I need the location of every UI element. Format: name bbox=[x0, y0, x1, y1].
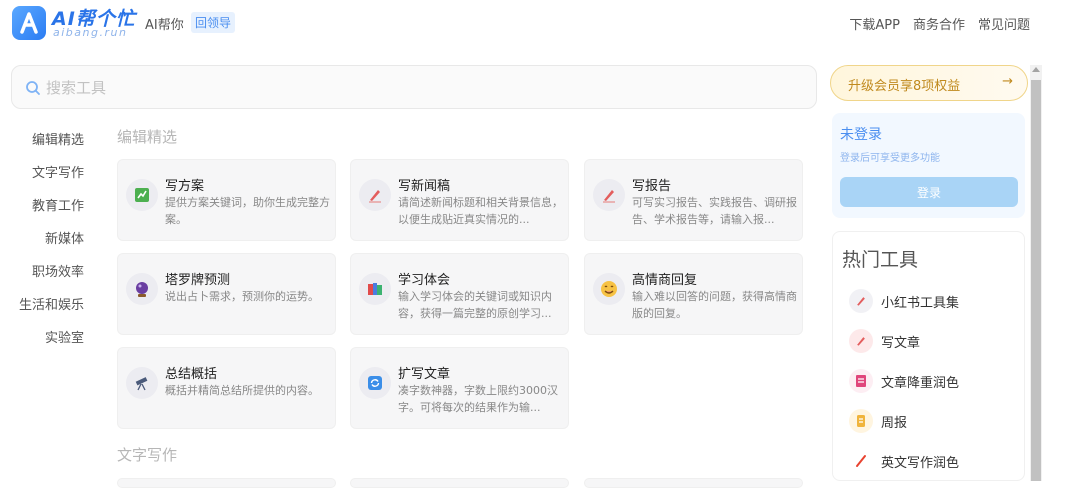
hot-tool-label: 文章降重润色 bbox=[881, 375, 960, 391]
pen-icon bbox=[849, 289, 873, 313]
hot-tools-panel: 热门工具 小红书工具集 写文章 文章降重润色 周报 英文写作润色 bbox=[832, 231, 1025, 481]
refresh-icon bbox=[359, 367, 391, 399]
login-status: 未登录 bbox=[840, 127, 882, 143]
arrow-right-icon: → bbox=[1002, 74, 1013, 89]
smile-icon bbox=[593, 273, 625, 305]
doc-icon bbox=[849, 369, 873, 393]
nav-business[interactable]: 商务合作 bbox=[913, 14, 965, 33]
category-life-entertainment[interactable]: 生活和娱乐 bbox=[19, 294, 84, 313]
pencil-icon bbox=[849, 449, 873, 473]
category-new-media[interactable]: 新媒体 bbox=[45, 228, 84, 247]
chart-icon bbox=[126, 179, 158, 211]
card-title: 学习体会 bbox=[398, 273, 451, 288]
slogan-tag: 回领导 bbox=[191, 12, 236, 33]
telescope-icon bbox=[126, 367, 158, 399]
login-button[interactable]: 登录 bbox=[840, 177, 1018, 207]
upgrade-label: 升级会员享8项权益 bbox=[848, 79, 961, 94]
scrollbar-thumb[interactable] bbox=[1031, 80, 1041, 481]
category-lab[interactable]: 实验室 bbox=[45, 327, 84, 346]
card-desc: 概括并精简总结所提供的内容。 bbox=[165, 384, 319, 397]
card-title: 写方案 bbox=[165, 179, 205, 194]
card-desc: 说出占卜需求，预测你的运势。 bbox=[165, 290, 319, 303]
tool-card-eq-reply[interactable]: 高情商回复 输入难以回答的问题，获得高情商版的回复。 bbox=[584, 253, 803, 335]
header: AI帮个忙 aibang.run AI帮你 回领导 下载APP 商务合作 常见问… bbox=[0, 0, 1080, 50]
section-title: 文字写作 bbox=[117, 446, 178, 464]
login-panel: 未登录 登录后可享受更多功能 登录 bbox=[832, 113, 1025, 218]
tool-card-report[interactable]: 写报告 可写实习报告、实践报告、调研报告、学术报告等，请输入报... bbox=[584, 159, 803, 241]
pen-icon bbox=[359, 179, 391, 211]
logo-icon[interactable] bbox=[12, 6, 46, 40]
category-editor-picks[interactable]: 编辑精选 bbox=[32, 129, 84, 148]
hot-tool-english-polish[interactable]: 英文写作润色 bbox=[849, 448, 1019, 474]
section-title: 编辑精选 bbox=[117, 128, 178, 146]
card-title: 扩写文章 bbox=[398, 367, 451, 382]
search-icon bbox=[26, 81, 40, 95]
tool-card-partial[interactable] bbox=[350, 478, 569, 488]
card-desc: 凑字数神器，字数上限约3000汉字。可将每次的结果作为输... bbox=[398, 384, 558, 414]
hot-tool-label: 小红书工具集 bbox=[881, 295, 960, 311]
card-title: 写报告 bbox=[632, 179, 672, 194]
card-desc: 输入学习体会的关键词或知识内容，获得一篇完整的原创学习... bbox=[398, 290, 552, 320]
slogan: AI帮你 bbox=[145, 18, 184, 33]
tool-card-partial[interactable] bbox=[117, 478, 336, 488]
tool-card-expand[interactable]: 扩写文章 凑字数神器，字数上限约3000汉字。可将每次的结果作为输... bbox=[350, 347, 569, 429]
nav-download-app[interactable]: 下载APP bbox=[849, 14, 900, 33]
hot-tool-label: 英文写作润色 bbox=[881, 455, 960, 471]
card-desc: 可写实习报告、实践报告、调研报告、学术报告等，请输入报... bbox=[632, 196, 797, 226]
card-title: 塔罗牌预测 bbox=[165, 273, 231, 288]
hot-tool-write-article[interactable]: 写文章 bbox=[849, 328, 1019, 354]
hot-tool-label: 写文章 bbox=[881, 335, 921, 351]
nav-faq[interactable]: 常见问题 bbox=[978, 14, 1030, 33]
tool-card-summary[interactable]: 总结概括 概括并精简总结所提供的内容。 bbox=[117, 347, 336, 429]
login-hint: 登录后可享受更多功能 bbox=[840, 153, 940, 164]
search-input[interactable] bbox=[46, 75, 806, 101]
category-writing[interactable]: 文字写作 bbox=[32, 162, 84, 181]
hot-tool-weekly-report[interactable]: 周报 bbox=[849, 408, 1019, 434]
tool-card-tarot[interactable]: 塔罗牌预测 说出占卜需求，预测你的运势。 bbox=[117, 253, 336, 335]
card-title: 写新闻稿 bbox=[398, 179, 451, 194]
hot-tool-label: 周报 bbox=[881, 415, 908, 431]
logo-subtitle: aibang.run bbox=[53, 26, 128, 39]
crystal-ball-icon bbox=[126, 273, 158, 305]
tool-card-study[interactable]: 学习体会 输入学习体会的关键词或知识内容，获得一篇完整的原创学习... bbox=[350, 253, 569, 335]
top-nav: 下载APP 商务合作 常见问题 bbox=[849, 14, 1030, 33]
scroll-up-icon[interactable] bbox=[1032, 67, 1040, 72]
pen-icon bbox=[849, 329, 873, 353]
search-bar[interactable] bbox=[11, 65, 817, 109]
tool-card-news[interactable]: 写新闻稿 请简述新闻标题和相关背景信息，以便生成贴近真实情况的... bbox=[350, 159, 569, 241]
card-desc: 提供方案关键词，助你生成完整方案。 bbox=[165, 196, 330, 226]
category-education[interactable]: 教育工作 bbox=[32, 195, 84, 214]
category-workplace[interactable]: 职场效率 bbox=[32, 261, 84, 280]
hot-tool-polish[interactable]: 文章降重润色 bbox=[849, 368, 1019, 394]
hot-tools-title: 热门工具 bbox=[842, 249, 919, 271]
upgrade-membership-button[interactable]: 升级会员享8项权益 → bbox=[830, 65, 1028, 101]
card-title: 总结概括 bbox=[165, 367, 218, 382]
scroll-icon bbox=[849, 409, 873, 433]
hot-tool-xiaohongshu[interactable]: 小红书工具集 bbox=[849, 288, 1019, 314]
card-title: 高情商回复 bbox=[632, 273, 698, 288]
books-icon bbox=[359, 273, 391, 305]
card-desc: 输入难以回答的问题，获得高情商版的回复。 bbox=[632, 290, 797, 320]
pen-icon bbox=[593, 179, 625, 211]
tool-card-plan[interactable]: 写方案 提供方案关键词，助你生成完整方案。 bbox=[117, 159, 336, 241]
tool-card-partial[interactable] bbox=[584, 478, 803, 488]
card-desc: 请简述新闻标题和相关背景信息，以便生成贴近真实情况的... bbox=[398, 196, 563, 226]
